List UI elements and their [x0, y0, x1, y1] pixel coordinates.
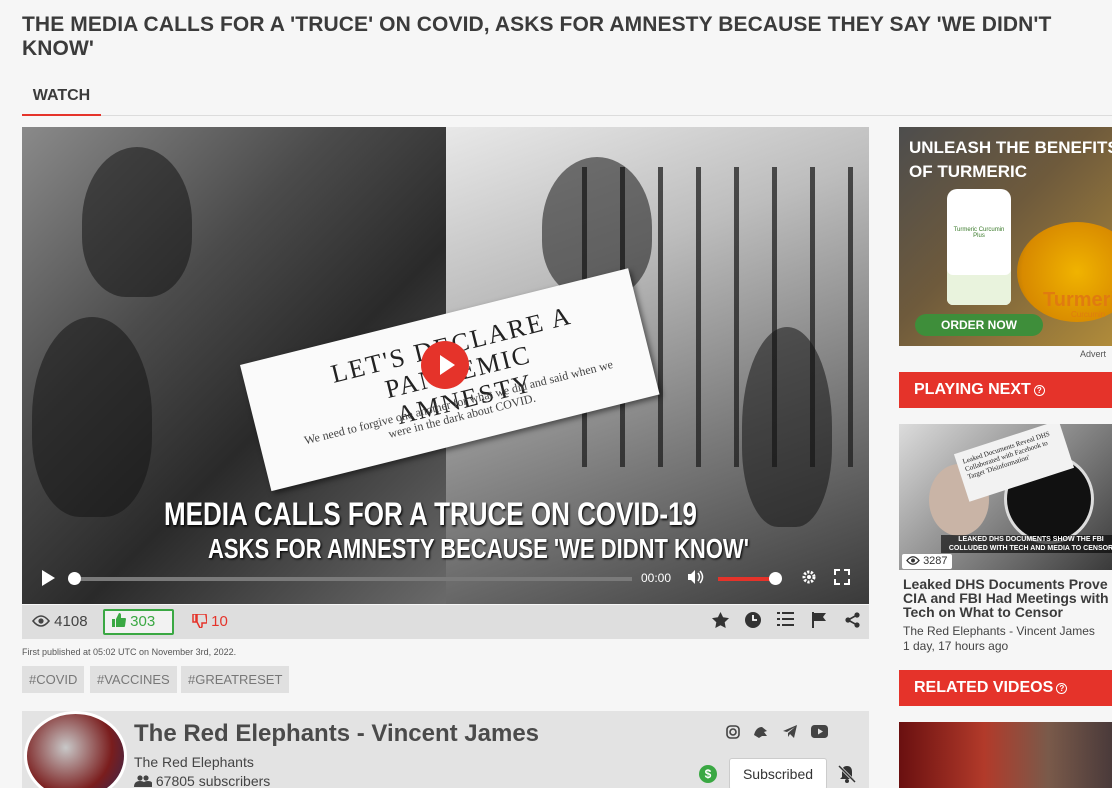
help-icon[interactable]: ? [1056, 683, 1068, 694]
telegram-icon[interactable] [783, 725, 797, 741]
fullscreen-icon[interactable] [834, 569, 850, 590]
seek-bar[interactable] [68, 572, 632, 585]
seek-handle[interactable] [68, 572, 81, 585]
like-button[interactable]: 303 [103, 609, 174, 635]
thumbnail-caption: LEAKED DHS DOCUMENTS SHOW THE FBI COLLUD… [941, 535, 1112, 553]
volume-icon[interactable] [686, 569, 704, 590]
ad-bottle-image [947, 189, 1011, 305]
related-videos-label: RELATED VIDEOS [914, 679, 1054, 696]
channel-name[interactable]: The Red Elephants - Vincent James [134, 720, 539, 748]
video-title: THE MEDIA CALLS FOR A 'TRUCE' ON COVID, … [22, 13, 1052, 60]
instagram-icon[interactable] [726, 725, 740, 742]
eye-icon [31, 613, 54, 630]
thumbs-down-icon [192, 613, 211, 630]
share-icon[interactable] [845, 612, 860, 633]
volume-slider[interactable] [718, 572, 782, 585]
related-videos-header: RELATED VIDEOS? [899, 670, 1112, 706]
related-video-thumbnail[interactable] [899, 722, 1112, 788]
next-video-views-value: 3287 [923, 555, 948, 567]
video-figure [32, 317, 152, 517]
users-icon [134, 773, 156, 788]
like-count: 303 [130, 613, 156, 630]
next-video-thumbnail[interactable]: Leaked Documents Reveal DHS Collaborated… [899, 424, 1112, 570]
turmeric-ad[interactable]: UNLEASH THE BENEFITS OF TURMERIC Turmeri… [899, 127, 1112, 346]
advert-label: Advert [1080, 349, 1107, 359]
video-player[interactable]: LET'S DECLARE A PANDEMIC AMNESTY We need… [22, 127, 869, 604]
tag-link[interactable]: #GREATRESET [181, 666, 290, 693]
tag-link[interactable]: #VACCINES [90, 666, 177, 693]
eye-icon [906, 555, 923, 567]
subscriber-count: 67805 subscribers [134, 773, 270, 788]
channel-bar: The Red Elephants - Vincent James The Re… [22, 711, 869, 788]
playing-next-header: PLAYING NEXT? [899, 372, 1112, 408]
ad-brand: Turmeric [1043, 289, 1112, 311]
subscriber-count-value: 67805 subscribers [155, 773, 271, 788]
view-count-value: 4108 [54, 613, 88, 630]
dollar-icon[interactable]: $ [699, 765, 717, 783]
tab-watch[interactable]: WATCH [22, 84, 101, 116]
video-figure [742, 327, 832, 527]
flag-icon[interactable] [812, 612, 827, 633]
clock-icon[interactable] [745, 612, 761, 633]
player-controls: 00:00 [22, 561, 869, 604]
ad-brand-sub: Curcumin [1071, 310, 1106, 319]
channel-subtitle: The Red Elephants [134, 754, 254, 770]
help-icon[interactable]: ? [1033, 385, 1045, 396]
bell-off-icon[interactable] [837, 764, 857, 788]
published-date: First published at 05:02 UTC on November… [22, 647, 237, 657]
video-caption-line1: MEDIA CALLS FOR A TRUCE ON COVID-19 [164, 495, 698, 533]
star-icon[interactable] [712, 612, 729, 633]
next-video-channel[interactable]: The Red Elephants - Vincent James [903, 624, 1095, 638]
dislike-button[interactable]: 10 [192, 613, 228, 630]
channel-avatar[interactable] [24, 711, 127, 788]
settings-icon[interactable] [801, 569, 817, 590]
play-icon[interactable] [40, 570, 56, 588]
list-icon[interactable] [777, 612, 794, 631]
video-figure [82, 147, 192, 297]
next-video-views: 3287 [902, 554, 952, 569]
ad-order-button[interactable]: ORDER NOW [915, 314, 1043, 336]
ad-product-label: Turmeric Curcumin Plus [953, 227, 1005, 239]
volume-handle[interactable] [769, 572, 782, 585]
ad-headline: UNLEASH THE BENEFITS OF TURMERIC [909, 138, 1112, 181]
next-video-title[interactable]: Leaked DHS Documents Prove CIA and FBI H… [903, 577, 1112, 619]
big-play-button[interactable] [421, 341, 469, 389]
subscribe-button[interactable]: Subscribed [729, 758, 827, 788]
playing-next-label: PLAYING NEXT [914, 381, 1031, 398]
gab-icon[interactable] [753, 725, 769, 742]
youtube-icon[interactable] [811, 725, 828, 741]
next-video-age: 1 day, 17 hours ago [903, 639, 1009, 653]
dislike-count: 10 [211, 613, 228, 630]
tag-link[interactable]: #COVID [22, 666, 85, 693]
video-stats-bar: 4108 303 10 [22, 605, 869, 639]
tab-bar: WATCH [22, 84, 1112, 116]
thumbs-up-icon [111, 613, 130, 630]
view-count: 4108 [31, 613, 88, 630]
time-display: 00:00 [641, 571, 672, 585]
